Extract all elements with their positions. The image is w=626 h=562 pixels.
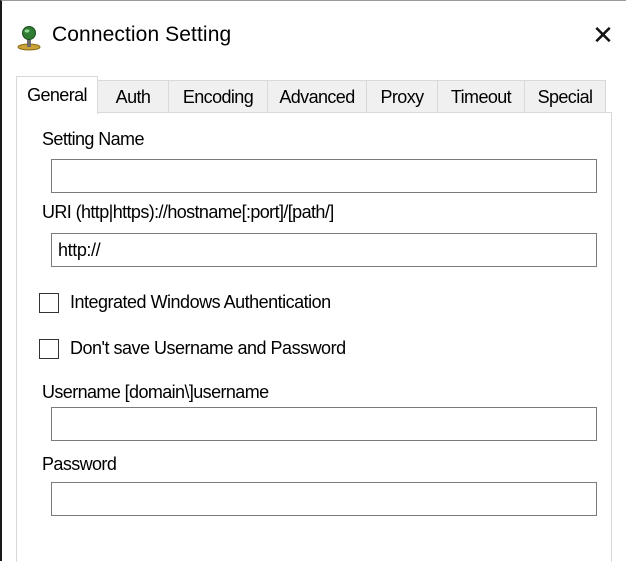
close-button[interactable]: ✕ (580, 15, 626, 55)
tab-label: General (27, 85, 87, 105)
uri-input[interactable] (51, 233, 597, 267)
title-bar[interactable]: Connection Setting ✕ (2, 1, 626, 61)
tab-general[interactable]: General (16, 76, 98, 114)
dont-save-credentials-label[interactable]: Don't save Username and Password (70, 338, 346, 359)
tab-special[interactable]: Special (524, 80, 606, 113)
username-label: Username [domain\]username (42, 382, 269, 402)
tab-timeout[interactable]: Timeout (437, 80, 525, 113)
tab-label: Timeout (450, 87, 512, 107)
connection-setting-window: Connection Setting ✕ General Auth Encodi… (0, 0, 626, 562)
tab-advanced[interactable]: Advanced (267, 80, 367, 113)
dont-save-credentials-checkbox[interactable] (39, 339, 59, 359)
password-input[interactable] (51, 482, 597, 516)
tab-label: Special (537, 87, 593, 107)
network-connection-icon (17, 26, 41, 51)
username-input[interactable] (51, 407, 597, 441)
tab-label: Proxy (380, 87, 424, 107)
password-label: Password (42, 454, 117, 474)
tab-proxy[interactable]: Proxy (366, 80, 438, 113)
tab-auth[interactable]: Auth (97, 80, 169, 113)
tab-encoding[interactable]: Encoding (168, 80, 268, 113)
dialog-body: General Auth Encoding Advanced Proxy Tim… (2, 61, 626, 562)
tab-label: Encoding (182, 87, 254, 107)
general-tab-panel: Setting Name URI (http|https)://hostname… (16, 112, 612, 562)
setting-name-input[interactable] (51, 159, 597, 193)
tab-label: Auth (115, 87, 151, 107)
integrated-auth-checkbox[interactable] (39, 293, 59, 313)
window-title: Connection Setting (52, 23, 232, 46)
tab-label: Advanced (279, 87, 355, 107)
setting-name-label: Setting Name (42, 129, 144, 149)
integrated-auth-label[interactable]: Integrated Windows Authentication (70, 292, 331, 313)
close-icon: ✕ (592, 19, 614, 50)
uri-label: URI (http|https)://hostname[:port]/[path… (42, 202, 334, 222)
